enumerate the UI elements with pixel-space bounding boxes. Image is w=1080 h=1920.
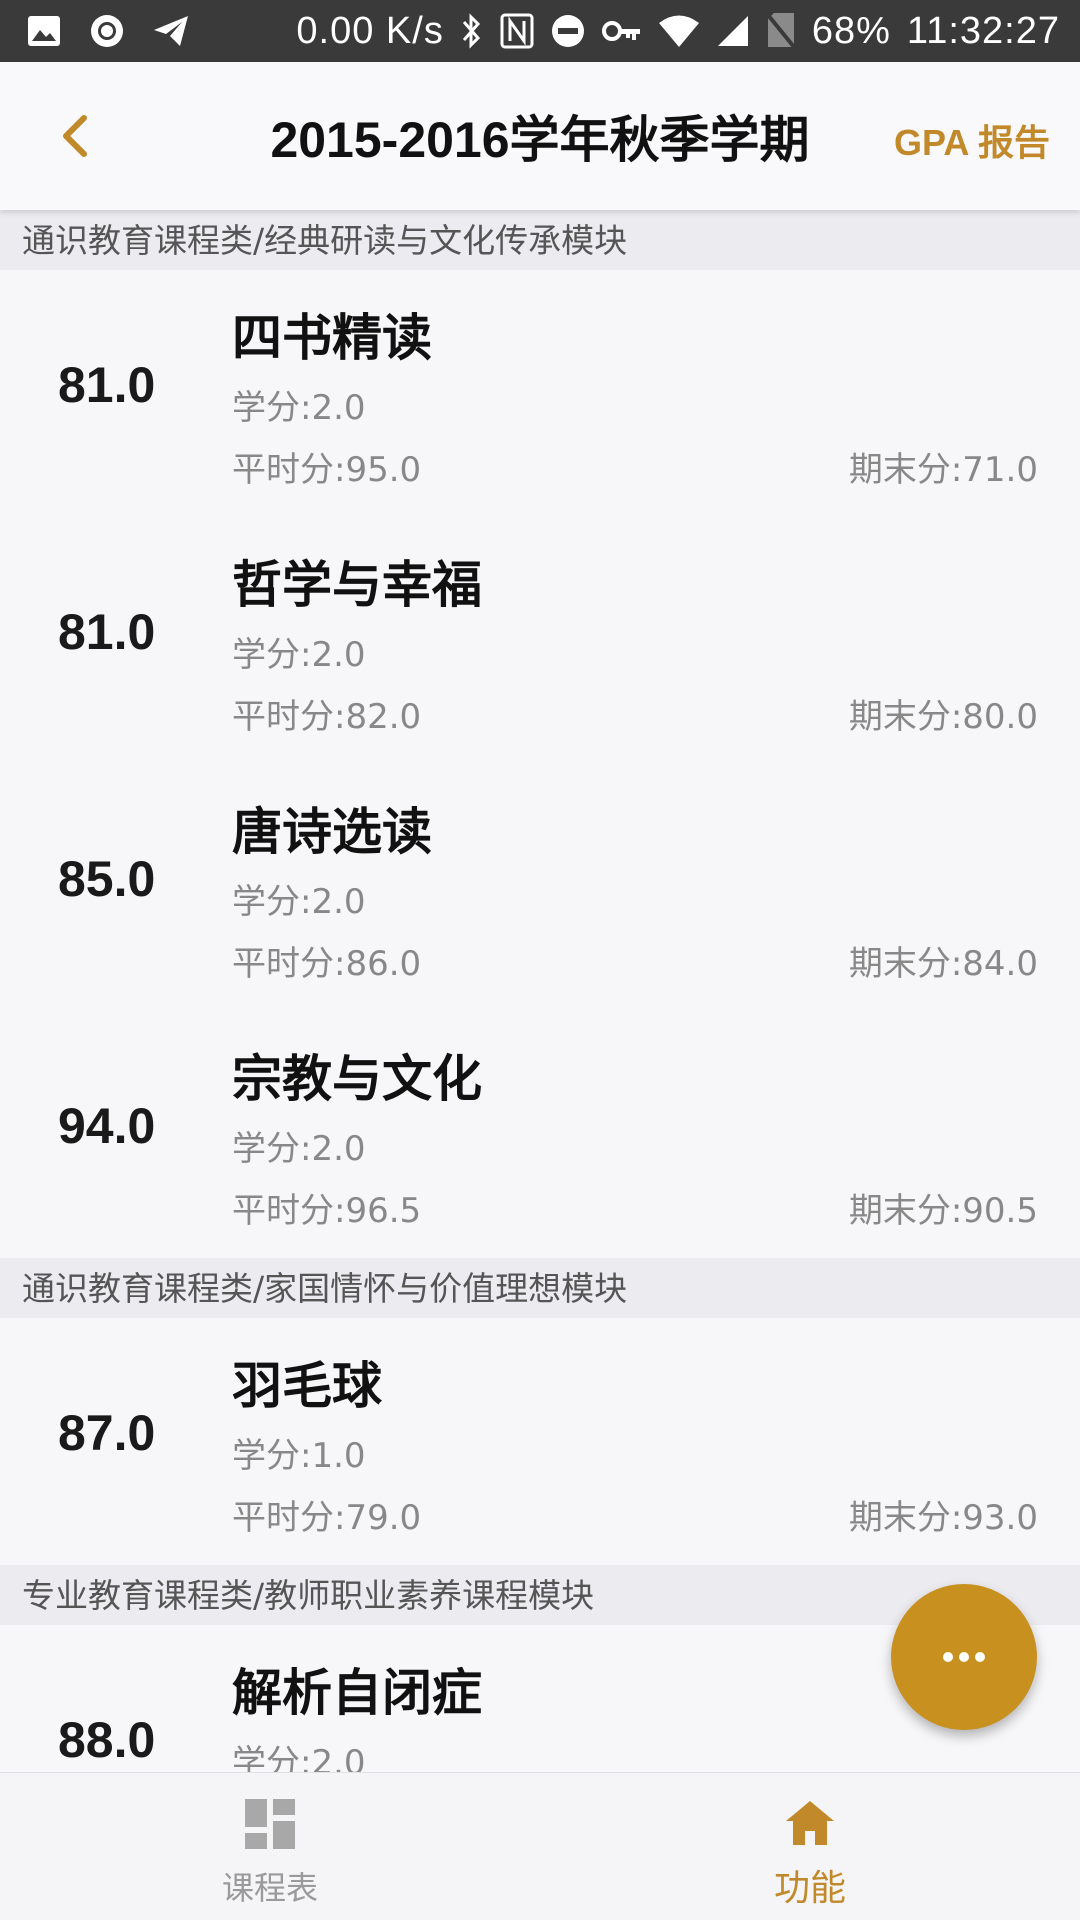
course-score: 94.0 (58, 1098, 156, 1154)
course-score: 87.0 (58, 1405, 156, 1461)
course-name: 唐诗选读 (232, 803, 432, 861)
dashboard-icon (245, 1799, 295, 1849)
screen: 0.00 K/s 68% 11:32:27 2015-2016学年秋季学期 GP… (0, 0, 1080, 1920)
course-name: 四书精读 (232, 309, 432, 367)
status-right: 0.00 K/s 68% 11:32:27 (296, 10, 1060, 53)
network-speed: 0.00 K/s (296, 9, 444, 52)
course-item[interactable]: 81.0 四书精读 学分:2.0 平时分:95.0 期末分:71.0 (0, 270, 1080, 517)
home-icon (786, 1801, 834, 1845)
nav-label: 功能 (773, 1868, 846, 1909)
bluetooth-icon (460, 12, 484, 50)
send-icon (152, 14, 190, 48)
course-item[interactable]: 94.0 宗教与文化 学分:2.0 平时分:96.5 期末分:90.5 (0, 1011, 1080, 1258)
image-icon (26, 14, 62, 48)
status-left (26, 12, 190, 50)
cellular-signal-icon (716, 14, 750, 48)
course-credit: 学分:2.0 (232, 1743, 366, 1772)
do-not-disturb-icon (550, 13, 586, 49)
course-usual-score: 平时分:79.0 (232, 1498, 422, 1538)
more-actions-button[interactable] (891, 1584, 1037, 1730)
course-final-score: 期末分:93.0 (848, 1498, 1038, 1538)
record-icon (88, 12, 126, 50)
course-name: 哲学与幸福 (232, 556, 482, 614)
course-credit: 学分:2.0 (232, 1129, 366, 1169)
bottom-nav: 课程表 功能 (0, 1772, 1080, 1920)
course-credit: 学分:2.0 (232, 388, 366, 428)
section-header: 通识教育课程类/家国情怀与价值理想模块 (0, 1258, 1080, 1318)
nav-item-functions[interactable]: 功能 (540, 1773, 1080, 1920)
course-name: 宗教与文化 (232, 1050, 482, 1108)
more-horizontal-icon (943, 1652, 985, 1662)
grade-list[interactable]: 通识教育课程类/经典研读与文化传承模块 81.0 四书精读 学分:2.0 平时分… (0, 210, 1080, 1772)
course-usual-score: 平时分:82.0 (232, 697, 422, 737)
clock: 11:32:27 (906, 9, 1060, 52)
nav-item-schedule[interactable]: 课程表 (0, 1773, 540, 1920)
course-item[interactable]: 87.0 羽毛球 学分:1.0 平时分:79.0 期末分:93.0 (0, 1318, 1080, 1565)
vpn-key-icon (601, 19, 642, 43)
course-name: 解析自闭症 (232, 1664, 482, 1722)
course-credit: 学分:2.0 (232, 635, 366, 675)
course-credit: 学分:1.0 (232, 1436, 366, 1476)
nfc-icon (500, 13, 534, 49)
course-final-score: 期末分:84.0 (848, 944, 1038, 984)
course-score: 85.0 (58, 851, 156, 907)
nav-label: 课程表 (221, 1869, 318, 1907)
course-final-score: 期末分:80.0 (848, 697, 1038, 737)
course-score: 81.0 (58, 357, 156, 413)
battery-level: 68% (811, 9, 891, 52)
no-sim-icon (766, 13, 796, 49)
course-item[interactable]: 81.0 哲学与幸福 学分:2.0 平时分:82.0 期末分:80.0 (0, 517, 1080, 764)
course-final-score: 期末分:90.5 (848, 1191, 1038, 1231)
gpa-report-button[interactable]: GPA 报告 (894, 114, 1050, 166)
course-credit: 学分:2.0 (232, 882, 366, 922)
course-score: 81.0 (58, 604, 156, 660)
course-item[interactable]: 85.0 唐诗选读 学分:2.0 平时分:86.0 期末分:84.0 (0, 764, 1080, 1011)
course-final-score: 期末分:71.0 (848, 450, 1038, 490)
course-name: 羽毛球 (232, 1357, 382, 1415)
course-usual-score: 平时分:86.0 (232, 944, 422, 984)
course-usual-score: 平时分:95.0 (232, 450, 422, 490)
course-score: 88.0 (58, 1712, 156, 1768)
status-bar: 0.00 K/s 68% 11:32:27 (0, 0, 1080, 62)
section-header: 通识教育课程类/经典研读与文化传承模块 (0, 210, 1080, 270)
course-usual-score: 平时分:96.5 (232, 1191, 422, 1231)
wifi-icon (658, 14, 700, 48)
app-bar: 2015-2016学年秋季学期 GPA 报告 (0, 62, 1080, 210)
